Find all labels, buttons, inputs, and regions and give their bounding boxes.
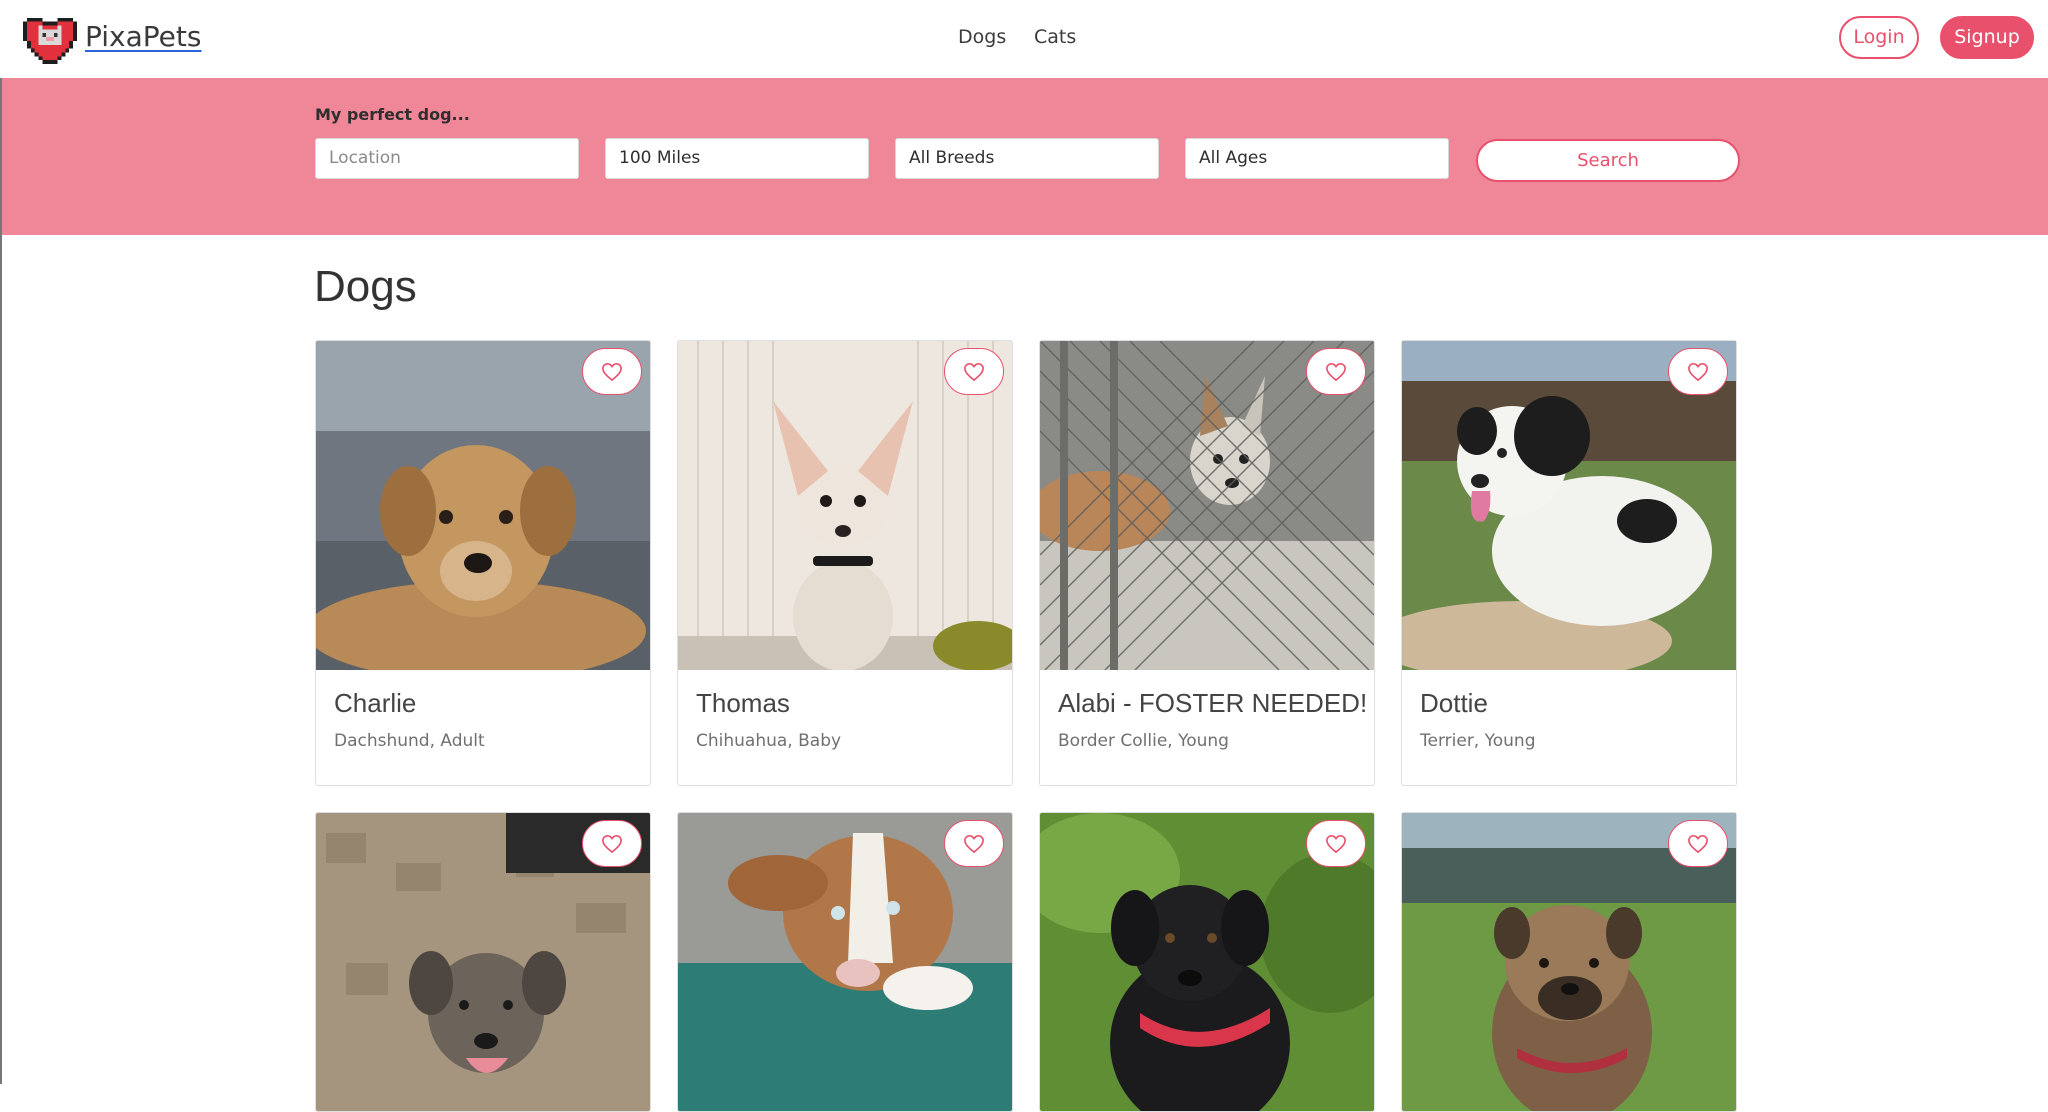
pet-name: Alabi - FOSTER NEEDED!: [1058, 688, 1368, 718]
breed-select[interactable]: All Breeds: [895, 138, 1159, 179]
favorite-heart-icon[interactable]: [1668, 820, 1728, 867]
distance-select[interactable]: 100 Miles: [605, 138, 869, 179]
pet-breed-age: Terrier, Young: [1420, 731, 1536, 751]
pet-breed-age: Chihuahua, Baby: [696, 731, 842, 751]
search-button[interactable]: Search: [1476, 139, 1740, 182]
favorite-heart-icon[interactable]: [582, 348, 642, 395]
pet-card[interactable]: [315, 812, 651, 1112]
pet-card[interactable]: Thomas Chihuahua, Baby: [677, 340, 1013, 786]
favorite-heart-icon[interactable]: [1306, 820, 1366, 867]
pet-card[interactable]: Charlie Dachshund, Adult: [315, 340, 651, 786]
favorite-heart-icon[interactable]: [944, 348, 1004, 395]
pet-card[interactable]: [677, 812, 1013, 1112]
pixel-heart-logo-icon[interactable]: [22, 14, 78, 64]
pet-name: Dottie: [1420, 688, 1488, 718]
favorite-heart-icon[interactable]: [1306, 348, 1366, 395]
nav-cats-link[interactable]: Cats: [1034, 26, 1076, 48]
favorite-heart-icon[interactable]: [582, 820, 642, 867]
favorite-heart-icon[interactable]: [1668, 348, 1728, 395]
signup-button[interactable]: Signup: [1940, 16, 2034, 59]
brand-name-link[interactable]: PixaPets: [85, 20, 201, 53]
pet-card[interactable]: [1039, 812, 1375, 1112]
search-band: My perfect dog... Location 100 Miles All…: [2, 78, 2048, 235]
pet-card[interactable]: Alabi - FOSTER NEEDED! Border Collie, Yo…: [1039, 340, 1375, 786]
pet-card[interactable]: Dottie Terrier, Young: [1401, 340, 1737, 786]
search-heading: My perfect dog...: [315, 105, 470, 124]
top-header: PixaPets Dogs Cats Login Signup: [0, 0, 2048, 78]
location-input[interactable]: Location: [315, 138, 579, 179]
login-button[interactable]: Login: [1839, 16, 1919, 59]
pet-card[interactable]: [1401, 812, 1737, 1112]
pet-breed-age: Border Collie, Young: [1058, 731, 1229, 751]
favorite-heart-icon[interactable]: [944, 820, 1004, 867]
pet-name: Thomas: [696, 688, 790, 718]
pet-name: Charlie: [334, 688, 417, 718]
nav-dogs-link[interactable]: Dogs: [958, 26, 1006, 48]
pet-breed-age: Dachshund, Adult: [334, 731, 485, 751]
age-select[interactable]: All Ages: [1185, 138, 1449, 179]
section-title: Dogs: [314, 262, 417, 311]
